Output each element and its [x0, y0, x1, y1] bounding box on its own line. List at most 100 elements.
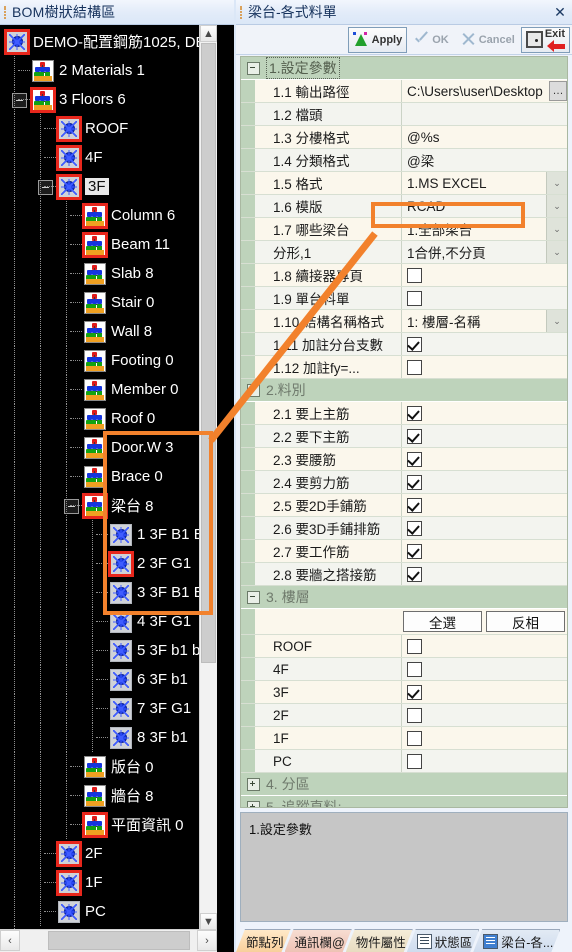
tree-node[interactable]: Door.W 3: [0, 433, 217, 462]
tree-node[interactable]: Stair 0: [0, 288, 217, 317]
exit-button[interactable]: Exit: [520, 26, 570, 53]
grid-row-value[interactable]: [401, 704, 567, 726]
checkbox-unchecked[interactable]: [407, 661, 422, 677]
grid-row[interactable]: 2.5 要2D手鋪筋: [241, 494, 567, 517]
checkbox-unchecked[interactable]: [407, 267, 422, 283]
tree-node[interactable]: 1 3F B1 B2: [0, 520, 217, 549]
tree-node[interactable]: 梁台 8: [0, 491, 217, 520]
tree-node[interactable]: 3 3F B1 B2: [0, 578, 217, 607]
grid-row-value[interactable]: [401, 264, 567, 286]
checkbox-checked[interactable]: [407, 428, 422, 444]
grid-button-全選[interactable]: 全選: [403, 611, 482, 632]
grid-row-value[interactable]: [401, 356, 567, 378]
checkbox-unchecked[interactable]: [407, 707, 422, 723]
grid-row-value[interactable]: @%s: [401, 126, 567, 148]
grid-row[interactable]: 1.5 格式 1.MS EXCEL ⌄: [241, 172, 567, 195]
grid-row[interactable]: 1.11 加註分台支數: [241, 333, 567, 356]
grid-row[interactable]: 2.2 要下主筋: [241, 425, 567, 448]
grid-row-value[interactable]: [401, 494, 567, 516]
chevron-down-icon[interactable]: ⌄: [546, 218, 567, 240]
grid-row[interactable]: 1.8 續接器專頁: [241, 264, 567, 287]
collapse-icon[interactable]: [247, 61, 260, 75]
tree-scroll-thumb[interactable]: [201, 43, 216, 663]
tree-node[interactable]: 5 3F b1 b1: [0, 636, 217, 665]
grid-row[interactable]: 1.10 結構名稱格式 1: 樓層-名稱 ⌄: [241, 310, 567, 333]
tree-node[interactable]: Brace 0: [0, 462, 217, 491]
grid-row-value[interactable]: [401, 287, 567, 309]
tree-node[interactable]: PC: [0, 897, 217, 926]
tree-node[interactable]: Wall 8: [0, 317, 217, 346]
tree-node[interactable]: 7 3F G1: [0, 694, 217, 723]
grid-row-value[interactable]: 1.MS EXCEL ⌄: [401, 172, 567, 194]
drag-grip-icon[interactable]: [4, 5, 8, 19]
grid-group-header[interactable]: 1.設定參數: [241, 57, 567, 80]
tree-node[interactable]: ROOF: [0, 114, 217, 143]
tree-node[interactable]: 版台 0: [0, 752, 217, 781]
grid-row[interactable]: 分形,1 1合併,不分頁 ⌄: [241, 241, 567, 264]
grid-row-value[interactable]: [401, 517, 567, 539]
collapse-icon[interactable]: [247, 590, 260, 604]
checkbox-checked[interactable]: [407, 474, 422, 490]
grid-row[interactable]: PC: [241, 750, 567, 773]
tree-node[interactable]: 牆台 8: [0, 781, 217, 810]
tree-horizontal-scrollbar[interactable]: ‹ ›: [0, 929, 217, 952]
grid-row[interactable]: 2F: [241, 704, 567, 727]
tree-node[interactable]: Slab 8: [0, 259, 217, 288]
grid-row-value[interactable]: [401, 402, 567, 424]
grid-row[interactable]: 2.8 要牆之搭接筋: [241, 563, 567, 586]
grid-group-header[interactable]: 2.料別: [241, 379, 567, 402]
grid-row-value[interactable]: [401, 333, 567, 355]
scroll-left-button[interactable]: ‹: [0, 930, 20, 951]
tree-node[interactable]: 2 3F G1: [0, 549, 217, 578]
chevron-down-icon[interactable]: ⌄: [546, 172, 567, 194]
tab-狀態區[interactable]: 狀態區: [407, 929, 480, 952]
grid-row-value[interactable]: RCAD ⌄: [401, 195, 567, 217]
grid-group-header[interactable]: 4. 分區: [241, 773, 567, 796]
grid-row[interactable]: 1.4 分類格式 @梁: [241, 149, 567, 172]
grid-row[interactable]: 1.7 哪些梁台 1.全部梁台 ⌄: [241, 218, 567, 241]
grid-row-value[interactable]: [401, 727, 567, 749]
checkbox-checked[interactable]: [407, 405, 422, 421]
tree-node[interactable]: Roof 0: [0, 404, 217, 433]
scroll-up-button[interactable]: ▲: [200, 25, 217, 42]
scroll-right-button[interactable]: ›: [197, 930, 217, 951]
grid-group-header[interactable]: 3. 樓層: [241, 586, 567, 609]
checkbox-unchecked[interactable]: [407, 359, 422, 375]
grid-row[interactable]: 2.1 要上主筋: [241, 402, 567, 425]
grid-row-value[interactable]: [401, 750, 567, 772]
tree-node[interactable]: 4 3F G1: [0, 607, 217, 636]
checkbox-checked[interactable]: [407, 543, 422, 559]
grid-row-value[interactable]: [401, 425, 567, 447]
tree-node[interactable]: 6 3F b1: [0, 665, 217, 694]
grid-row[interactable]: ROOF: [241, 635, 567, 658]
grid-button-反相[interactable]: 反相: [486, 611, 565, 632]
checkbox-checked[interactable]: [407, 336, 422, 352]
apply-button[interactable]: Apply: [347, 26, 408, 53]
grid-row-value[interactable]: [401, 681, 567, 703]
grid-row-value[interactable]: [401, 563, 567, 585]
grid-row[interactable]: 1F: [241, 727, 567, 750]
grid-row-value[interactable]: [401, 448, 567, 470]
grid-row-value[interactable]: [401, 658, 567, 680]
grid-row-value[interactable]: [401, 635, 567, 657]
grid-row-value[interactable]: [401, 471, 567, 493]
browse-button[interactable]: …: [549, 81, 567, 101]
checkbox-checked[interactable]: [407, 497, 422, 513]
tree-node[interactable]: 4F: [0, 143, 217, 172]
tab-物件屬性[interactable]: 物件屬性: [346, 929, 413, 952]
chevron-down-icon[interactable]: ⌄: [546, 241, 567, 263]
checkbox-checked[interactable]: [407, 684, 422, 700]
checkbox-unchecked[interactable]: [407, 730, 422, 746]
tree-node[interactable]: 3F: [0, 172, 217, 201]
tab-梁台各[interactable]: 梁台-各...: [473, 929, 560, 952]
tree-node[interactable]: Beam 11: [0, 230, 217, 259]
tree-node[interactable]: 2 Materials 1: [0, 56, 217, 85]
tree-node[interactable]: 平面資訊 0: [0, 810, 217, 839]
chevron-down-icon[interactable]: ⌄: [546, 195, 567, 217]
scroll-down-button[interactable]: ▼: [200, 913, 217, 930]
checkbox-checked[interactable]: [407, 520, 422, 536]
bom-tree-scrollarea[interactable]: DEMO-配置鋼筋1025, DEMO 2 Materials 1 3 Floors…: [0, 25, 217, 930]
grid-row[interactable]: 1.9 單台料單: [241, 287, 567, 310]
grid-row-value[interactable]: 1: 樓層-名稱 ⌄: [401, 310, 567, 332]
tree-node[interactable]: DEMO-配置鋼筋1025, DEMO: [0, 27, 217, 56]
